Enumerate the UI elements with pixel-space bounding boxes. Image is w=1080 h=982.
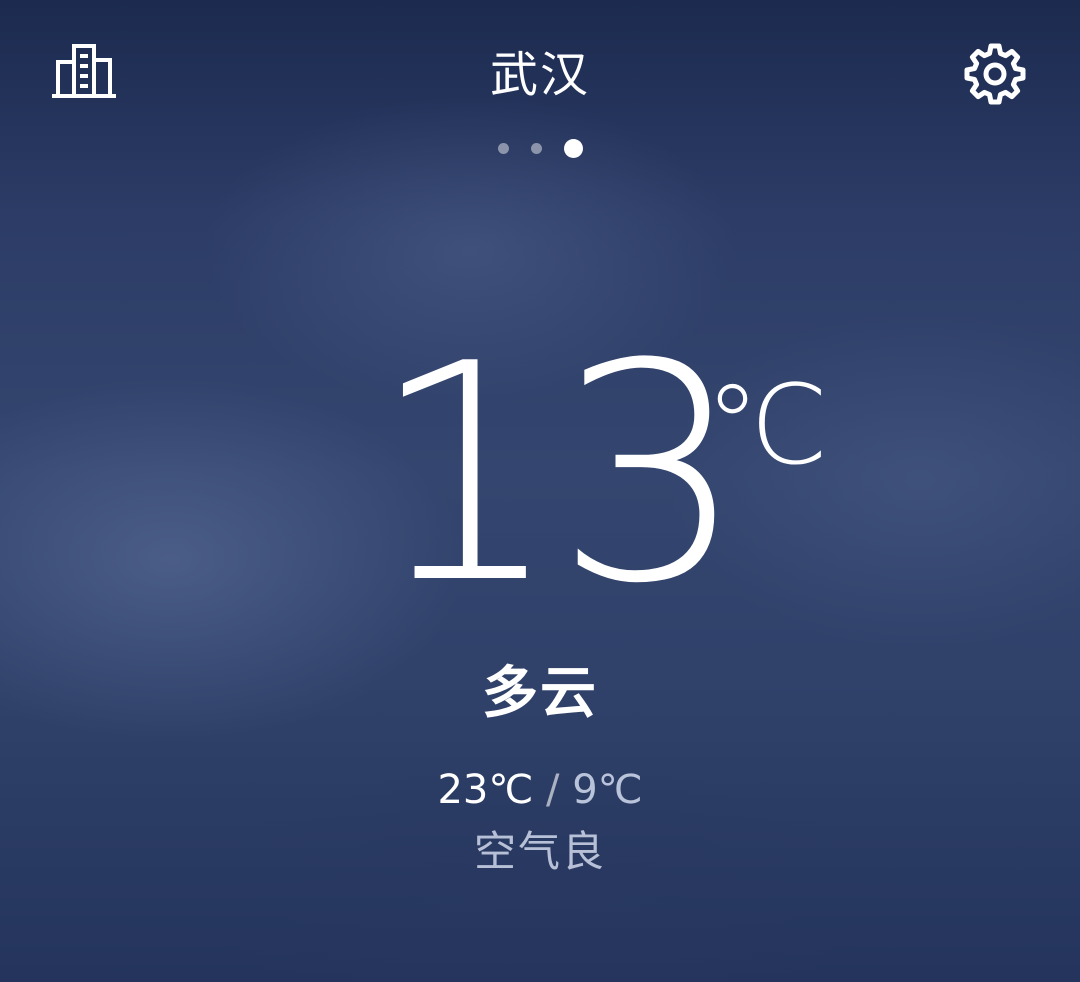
air-quality[interactable]: 空气良 <box>0 824 1080 880</box>
city-name: 武汉 <box>489 47 590 103</box>
range-separator: / <box>545 767 573 813</box>
temperature-value: 13 <box>370 300 746 649</box>
settings-button[interactable] <box>962 40 1028 106</box>
temperature-unit: ℃ <box>705 361 829 489</box>
high-temperature: 23℃ <box>437 767 534 813</box>
top-bar: 武汉 <box>0 0 1080 150</box>
page-dot-active[interactable] <box>563 138 583 158</box>
temperature-range: 23℃ / 9℃ <box>0 764 1080 816</box>
page-indicator <box>0 138 1080 158</box>
page-dot[interactable] <box>530 142 542 154</box>
page-dot[interactable] <box>497 142 509 154</box>
current-temperature: 13 ℃ <box>370 300 870 649</box>
gear-icon <box>964 43 1026 105</box>
weather-condition: 多云 <box>482 661 598 726</box>
low-temperature: 9℃ <box>572 767 643 813</box>
